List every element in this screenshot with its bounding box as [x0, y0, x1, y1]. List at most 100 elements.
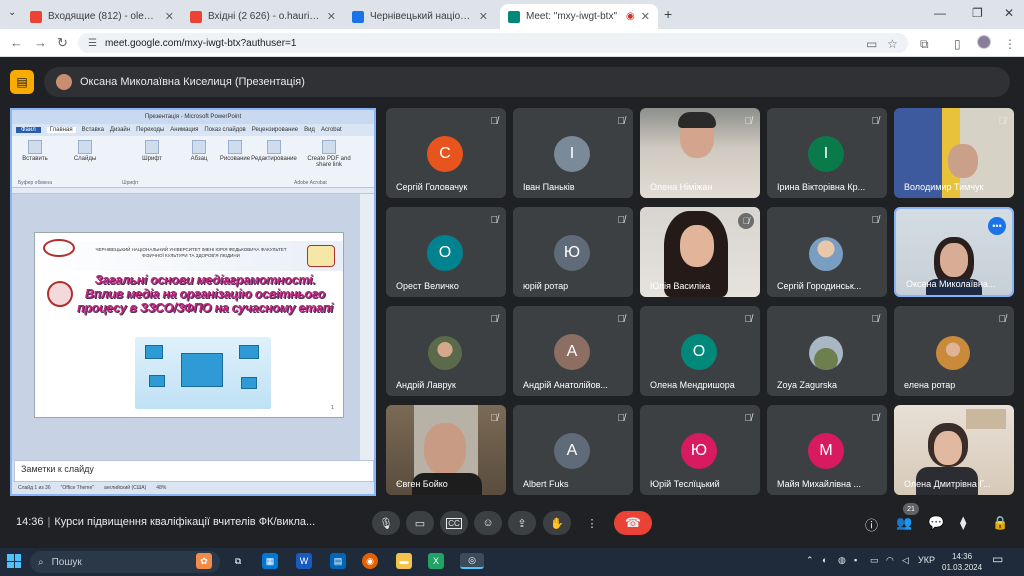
presentation-icon[interactable]: ▤: [10, 70, 34, 94]
participant-tile[interactable]: 🎙̸ Юлія Василіка: [640, 207, 760, 297]
meeting-details-icon[interactable]: ⓘ: [865, 515, 878, 534]
leave-call-button[interactable]: ☎: [614, 511, 652, 535]
bookmark-star-icon[interactable]: ☆: [887, 37, 898, 51]
participant-tile[interactable]: 🎙̸ Андрій Лаврук: [386, 306, 506, 396]
language-indicator[interactable]: УКР: [918, 555, 935, 565]
present-button[interactable]: ⇪: [508, 511, 536, 535]
mic-off-icon: 🎙̸: [871, 413, 880, 424]
notification-icon[interactable]: ▭: [992, 552, 1003, 566]
tray-chevron-icon[interactable]: ⌃: [806, 555, 814, 566]
participant-tile-self[interactable]: ••• Оксана Миколаївна...: [894, 207, 1014, 297]
battery-icon[interactable]: ▭: [870, 555, 879, 566]
participant-tile[interactable]: А 🎙̸ Андрій Анатолійов...: [513, 306, 633, 396]
more-options-icon[interactable]: •••: [988, 217, 1006, 235]
camera-button[interactable]: ▭: [406, 511, 434, 535]
reload-icon[interactable]: ↻: [57, 35, 68, 51]
participant-name: Андрій Лаврук: [396, 380, 456, 390]
meet-icon: [508, 10, 520, 23]
task-view-icon[interactable]: ⧉: [230, 553, 246, 569]
tray-app-icon[interactable]: ◍: [838, 555, 846, 566]
new-tab-button[interactable]: +: [664, 6, 672, 22]
participant-tile[interactable]: 🎙̸ Zoya Zagurska: [767, 306, 887, 396]
close-icon[interactable]: ✕: [641, 10, 650, 23]
participant-tile[interactable]: 🎙̸ Сергій Городинськ...: [767, 207, 887, 297]
participant-tile[interactable]: Ю 🎙̸ юрій ротар: [513, 207, 633, 297]
participant-tile[interactable]: І 🎙̸ Ірина Вікторівна Кр...: [767, 108, 887, 198]
file-explorer-icon[interactable]: ▬: [396, 553, 412, 569]
sidebar-icon[interactable]: ▯: [954, 37, 961, 51]
word-icon[interactable]: W: [296, 553, 312, 569]
extensions-icon[interactable]: ⧉: [920, 37, 929, 52]
participant-tile[interactable]: І 🎙̸ Іван Паньків: [513, 108, 633, 198]
taskbar-clock[interactable]: 14:36 01.03.2024: [942, 551, 982, 573]
mic-off-icon: 🎙̸: [744, 116, 753, 127]
tab-search-icon[interactable]: ⌄: [8, 7, 16, 18]
wifi-icon[interactable]: ◠: [886, 555, 894, 566]
tab-university[interactable]: Чернівецький національний у ✕: [344, 4, 496, 29]
window-close-icon[interactable]: ✕: [1004, 6, 1014, 20]
profile-avatar[interactable]: [977, 35, 991, 49]
mic-off-icon: 🎙̸: [490, 116, 499, 127]
participant-tile[interactable]: 🎙̸ Олена Німіжан: [640, 108, 760, 198]
camera-icon[interactable]: ▭: [866, 37, 877, 51]
site-info-icon[interactable]: ☰: [88, 38, 97, 49]
tray-app-icon[interactable]: ▪: [854, 555, 857, 565]
store-icon[interactable]: ▦: [262, 553, 278, 569]
widget-icon[interactable]: ✿: [196, 553, 212, 569]
more-options-button[interactable]: ⋮: [578, 511, 606, 535]
close-icon[interactable]: ✕: [327, 10, 336, 23]
participant-tile[interactable]: С 🎙̸ Сергій Головачук: [386, 108, 506, 198]
volume-icon[interactable]: ◁: [902, 555, 909, 566]
maximize-icon[interactable]: ❐: [972, 6, 983, 20]
host-controls-icon[interactable]: 🔒: [992, 515, 1008, 531]
taskbar-search[interactable]: ⌕ Пошук: [30, 551, 220, 573]
people-icon[interactable]: 👥: [896, 515, 912, 531]
participant-tile[interactable]: М 🎙̸ Майя Михайлівна ...: [767, 405, 887, 495]
close-icon[interactable]: ✕: [479, 10, 488, 23]
participant-tile[interactable]: Олена Дмитрівна Г...: [894, 405, 1014, 495]
raise-hand-button[interactable]: ✋: [543, 511, 571, 535]
minimize-icon[interactable]: —: [934, 6, 946, 20]
url-bar[interactable]: ☰ meet.google.com/mxy-iwgt-btx?authuser=…: [78, 33, 908, 53]
avatar: [428, 336, 462, 370]
tab-meet[interactable]: Meet: "mxy-iwgt-btx" ◉ ✕: [500, 4, 658, 29]
presenter-pill[interactable]: Оксана Миколаївна Киселиця (Презентація): [44, 67, 1010, 97]
microphone-button[interactable]: 🎙: [372, 511, 400, 535]
close-icon[interactable]: ✕: [165, 10, 174, 23]
people-count-badge: 21: [903, 503, 919, 515]
firefox-icon[interactable]: ◉: [362, 553, 378, 569]
slide: ЧЕРНІВЕЦЬКИЙ НАЦІОНАЛЬНИЙ УНІВЕРСИТЕТ ІМ…: [34, 232, 344, 418]
tab-gmail-2[interactable]: Вхідні (2 626) - o.hauriak@chnu ✕: [182, 4, 344, 29]
participant-tile[interactable]: О 🎙̸ Олена Мендришора: [640, 306, 760, 396]
participant-name: Майя Михайлівна ...: [777, 479, 861, 489]
avatar: [809, 336, 843, 370]
menu-kebab-icon[interactable]: ⋮: [1004, 37, 1016, 51]
chrome-icon[interactable]: ◎: [460, 553, 484, 569]
avatar: [809, 237, 843, 271]
emblem-logo: [47, 281, 73, 307]
tray-app-icon[interactable]: ◐: [822, 555, 827, 565]
excel-icon[interactable]: X: [428, 553, 444, 569]
ribbon-tab: Переходы: [136, 127, 165, 133]
avatar: О: [427, 235, 463, 271]
activities-icon[interactable]: ⧫: [960, 515, 966, 531]
windows-start-icon[interactable]: [7, 554, 21, 568]
chat-icon[interactable]: 💬: [928, 515, 944, 531]
back-icon[interactable]: ←: [10, 35, 23, 50]
more-vert-icon: ⋮: [586, 517, 598, 530]
participant-face: [680, 225, 714, 267]
captions-button[interactable]: CC: [440, 511, 468, 535]
emoji-button[interactable]: ☺: [474, 511, 502, 535]
participant-tile[interactable]: Ю 🎙̸ Юрій Теслїцький: [640, 405, 760, 495]
participant-tile[interactable]: О 🎙̸ Орест Величко: [386, 207, 506, 297]
participant-tile[interactable]: 🎙̸ Євген Бойко: [386, 405, 506, 495]
participant-tile[interactable]: 🎙̸ Володимир Тимчук: [894, 108, 1014, 198]
participant-tile[interactable]: A 🎙̸ Albert Fuks: [513, 405, 633, 495]
forward-icon[interactable]: →: [34, 35, 47, 50]
participant-tile[interactable]: 🎙̸ елена ротар: [894, 306, 1014, 396]
app-icon[interactable]: ▤: [330, 553, 346, 569]
participant-name: Олена Мендришора: [650, 380, 735, 390]
tab-gmail-1[interactable]: Входящие (812) - olena.hauriak@ ✕: [22, 4, 182, 29]
avatar: А: [554, 334, 590, 370]
site-icon: [352, 10, 364, 23]
